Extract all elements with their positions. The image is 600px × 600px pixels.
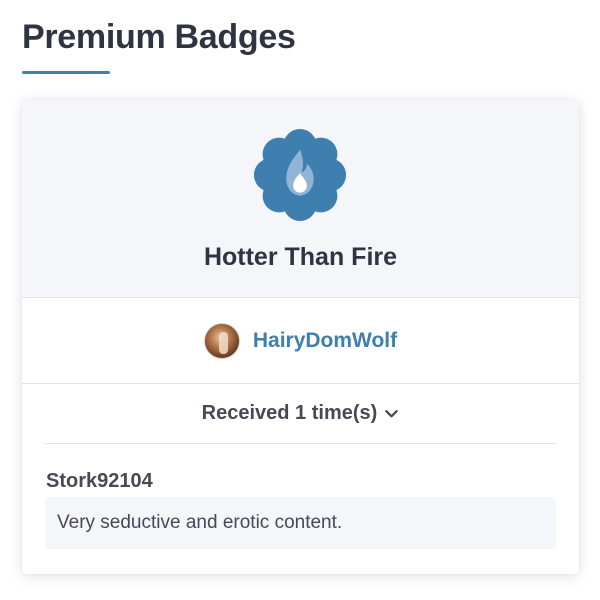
comment-text: Very seductive and erotic content. — [57, 512, 343, 533]
badge-name: Hotter Than Fire — [203, 243, 398, 271]
received-count-label: Received 1 time(s) — [201, 402, 378, 424]
received-count-toggle[interactable]: Received 1 time(s) — [45, 384, 556, 444]
giver-username-link[interactable]: HairyDomWolf — [253, 329, 397, 353]
chevron-down-icon — [385, 410, 399, 418]
user-avatar[interactable] — [203, 322, 240, 359]
page-title: Premium Badges — [22, 18, 296, 56]
badge-giver: HairyDomWolf — [22, 298, 579, 384]
badge-header: Hotter Than Fire — [22, 100, 579, 298]
comment-box: Very seductive and erotic content. — [45, 497, 556, 549]
fire-badge-icon — [253, 128, 347, 222]
title-underline — [22, 71, 110, 74]
comment-author: Stork92104 — [46, 470, 153, 492]
badge-card: Hotter Than Fire HairyDomWolf Received 1… — [22, 100, 579, 574]
premium-badges-page: Premium Badges Hotter Than Fire HairyDom… — [0, 0, 600, 600]
